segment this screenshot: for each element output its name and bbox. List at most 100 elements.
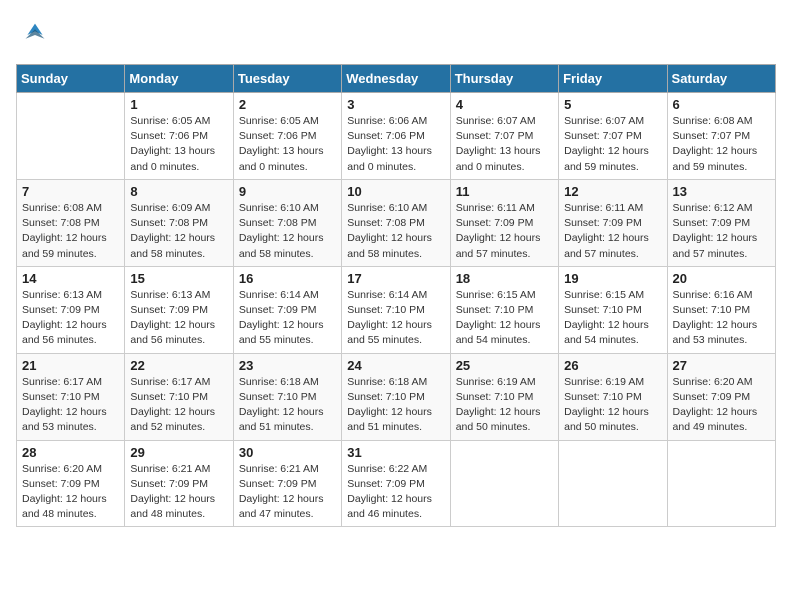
calendar-cell: 30 Sunrise: 6:21 AMSunset: 7:09 PMDayligh…: [233, 440, 341, 527]
day-info: Sunrise: 6:10 AMSunset: 7:08 PMDaylight:…: [347, 201, 444, 262]
day-info: Sunrise: 6:06 AMSunset: 7:06 PMDaylight:…: [347, 114, 444, 175]
day-info: Sunrise: 6:20 AMSunset: 7:09 PMDaylight:…: [22, 462, 119, 523]
day-number: 20: [673, 271, 770, 286]
header-day-tuesday: Tuesday: [233, 65, 341, 93]
week-row-1: 1 Sunrise: 6:05 AMSunset: 7:06 PMDaylight…: [17, 93, 776, 180]
calendar-cell: [559, 440, 667, 527]
day-number: 8: [130, 184, 227, 199]
calendar-cell: 31 Sunrise: 6:22 AMSunset: 7:09 PMDayligh…: [342, 440, 450, 527]
calendar-cell: 10 Sunrise: 6:10 AMSunset: 7:08 PMDayligh…: [342, 179, 450, 266]
day-number: 6: [673, 97, 770, 112]
calendar-cell: 23 Sunrise: 6:18 AMSunset: 7:10 PMDayligh…: [233, 353, 341, 440]
calendar-cell: 22Sunrise: 6:17 AMSunset: 7:10 PMDayligh…: [125, 353, 233, 440]
day-info: Sunrise: 6:08 AMSunset: 7:07 PMDaylight:…: [673, 114, 770, 175]
day-info: Sunrise: 6:16 AMSunset: 7:10 PMDaylight:…: [673, 288, 770, 349]
day-info: Sunrise: 6:18 AMSunset: 7:10 PMDaylight:…: [239, 375, 336, 436]
calendar-cell: 19 Sunrise: 6:15 AMSunset: 7:10 PMDayligh…: [559, 266, 667, 353]
day-number: 5: [564, 97, 661, 112]
day-info: Sunrise: 6:10 AMSunset: 7:08 PMDaylight:…: [239, 201, 336, 262]
calendar-cell: 21 Sunrise: 6:17 AMSunset: 7:10 PMDayligh…: [17, 353, 125, 440]
day-number: 26: [564, 358, 661, 373]
day-number: 19: [564, 271, 661, 286]
day-number: 30: [239, 445, 336, 460]
day-number: 16: [239, 271, 336, 286]
day-number: 14: [22, 271, 119, 286]
day-number: 1: [130, 97, 227, 112]
day-info: Sunrise: 6:21 AMSunset: 7:09 PMDaylight:…: [130, 462, 227, 523]
day-number: 18: [456, 271, 553, 286]
calendar-cell: 4 Sunrise: 6:07 AMSunset: 7:07 PMDaylight…: [450, 93, 558, 180]
day-number: 25: [456, 358, 553, 373]
day-number: 10: [347, 184, 444, 199]
calendar-cell: 6 Sunrise: 6:08 AMSunset: 7:07 PMDaylight…: [667, 93, 775, 180]
day-info: Sunrise: 6:19 AMSunset: 7:10 PMDaylight:…: [564, 375, 661, 436]
header-day-thursday: Thursday: [450, 65, 558, 93]
day-number: 27: [673, 358, 770, 373]
day-info: Sunrise: 6:14 AMSunset: 7:10 PMDaylight:…: [347, 288, 444, 349]
calendar-cell: [667, 440, 775, 527]
calendar-cell: [450, 440, 558, 527]
logo: [16, 16, 58, 54]
day-number: 21: [22, 358, 119, 373]
calendar-cell: 9 Sunrise: 6:10 AMSunset: 7:08 PMDaylight…: [233, 179, 341, 266]
day-number: 22: [130, 358, 227, 373]
calendar-cell: 27 Sunrise: 6:20 AMSunset: 7:09 PMDayligh…: [667, 353, 775, 440]
calendar-cell: 7 Sunrise: 6:08 AMSunset: 7:08 PMDaylight…: [17, 179, 125, 266]
calendar-cell: 16 Sunrise: 6:14 AMSunset: 7:09 PMDayligh…: [233, 266, 341, 353]
calendar-cell: 26 Sunrise: 6:19 AMSunset: 7:10 PMDayligh…: [559, 353, 667, 440]
week-row-4: 21 Sunrise: 6:17 AMSunset: 7:10 PMDayligh…: [17, 353, 776, 440]
header-day-sunday: Sunday: [17, 65, 125, 93]
day-info: Sunrise: 6:22 AMSunset: 7:09 PMDaylight:…: [347, 462, 444, 523]
day-number: 12: [564, 184, 661, 199]
calendar-cell: 14Sunrise: 6:13 AMSunset: 7:09 PMDayligh…: [17, 266, 125, 353]
day-info: Sunrise: 6:05 AMSunset: 7:06 PMDaylight:…: [130, 114, 227, 175]
day-info: Sunrise: 6:20 AMSunset: 7:09 PMDaylight:…: [673, 375, 770, 436]
day-info: Sunrise: 6:09 AMSunset: 7:08 PMDaylight:…: [130, 201, 227, 262]
calendar-cell: 12 Sunrise: 6:11 AMSunset: 7:09 PMDayligh…: [559, 179, 667, 266]
day-number: 17: [347, 271, 444, 286]
calendar-cell: 13 Sunrise: 6:12 AMSunset: 7:09 PMDayligh…: [667, 179, 775, 266]
day-info: Sunrise: 6:21 AMSunset: 7:09 PMDaylight:…: [239, 462, 336, 523]
day-number: 29: [130, 445, 227, 460]
header-row: SundayMondayTuesdayWednesdayThursdayFrid…: [17, 65, 776, 93]
day-number: 4: [456, 97, 553, 112]
logo-bird-icon: [16, 16, 54, 54]
day-info: Sunrise: 6:13 AMSunset: 7:09 PMDaylight:…: [130, 288, 227, 349]
day-info: Sunrise: 6:08 AMSunset: 7:08 PMDaylight:…: [22, 201, 119, 262]
day-info: Sunrise: 6:19 AMSunset: 7:10 PMDaylight:…: [456, 375, 553, 436]
calendar-cell: 5 Sunrise: 6:07 AMSunset: 7:07 PMDaylight…: [559, 93, 667, 180]
header-day-friday: Friday: [559, 65, 667, 93]
calendar-cell: 8 Sunrise: 6:09 AMSunset: 7:08 PMDaylight…: [125, 179, 233, 266]
week-row-3: 14 Sunrise: 6:13 AMSunset: 7:09 PMDayligh…: [17, 266, 776, 353]
week-row-5: 28 Sunrise: 6:20 AMSunset: 7:09 PMDayligh…: [17, 440, 776, 527]
page-header: [16, 16, 776, 54]
day-info: Sunrise: 6:15 AMSunset: 7:10 PMDaylight:…: [564, 288, 661, 349]
day-number: 2: [239, 97, 336, 112]
day-info: Sunrise: 6:07 AMSunset: 7:07 PMDaylight:…: [456, 114, 553, 175]
header-day-monday: Monday: [125, 65, 233, 93]
calendar-cell: 2Sunrise: 6:05 AMSunset: 7:06 PMDaylight…: [233, 93, 341, 180]
calendar-cell: 18 Sunrise: 6:15 AMSunset: 7:10 PMDayligh…: [450, 266, 558, 353]
calendar-header: SundayMondayTuesdayWednesdayThursdayFrid…: [17, 65, 776, 93]
day-info: Sunrise: 6:15 AMSunset: 7:10 PMDaylight:…: [456, 288, 553, 349]
calendar-cell: 29 Sunrise: 6:21 AMSunset: 7:09 PMDayligh…: [125, 440, 233, 527]
day-number: 13: [673, 184, 770, 199]
day-info: Sunrise: 6:11 AMSunset: 7:09 PMDaylight:…: [564, 201, 661, 262]
day-info: Sunrise: 6:17 AMSunset: 7:10 PMDaylight:…: [22, 375, 119, 436]
day-number: 23: [239, 358, 336, 373]
calendar-cell: 28 Sunrise: 6:20 AMSunset: 7:09 PMDayligh…: [17, 440, 125, 527]
day-number: 11: [456, 184, 553, 199]
day-number: 31: [347, 445, 444, 460]
day-info: Sunrise: 6:14 AMSunset: 7:09 PMDaylight:…: [239, 288, 336, 349]
day-number: 7: [22, 184, 119, 199]
day-number: 9: [239, 184, 336, 199]
day-info: Sunrise: 6:07 AMSunset: 7:07 PMDaylight:…: [564, 114, 661, 175]
day-info: Sunrise: 6:12 AMSunset: 7:09 PMDaylight:…: [673, 201, 770, 262]
calendar-cell: 3 Sunrise: 6:06 AMSunset: 7:06 PMDaylight…: [342, 93, 450, 180]
calendar-cell: 11Sunrise: 6:11 AMSunset: 7:09 PMDayligh…: [450, 179, 558, 266]
day-number: 3: [347, 97, 444, 112]
calendar-cell: 24Sunrise: 6:18 AMSunset: 7:10 PMDayligh…: [342, 353, 450, 440]
week-row-2: 7 Sunrise: 6:08 AMSunset: 7:08 PMDaylight…: [17, 179, 776, 266]
calendar-body: 1 Sunrise: 6:05 AMSunset: 7:06 PMDaylight…: [17, 93, 776, 527]
day-number: 28: [22, 445, 119, 460]
